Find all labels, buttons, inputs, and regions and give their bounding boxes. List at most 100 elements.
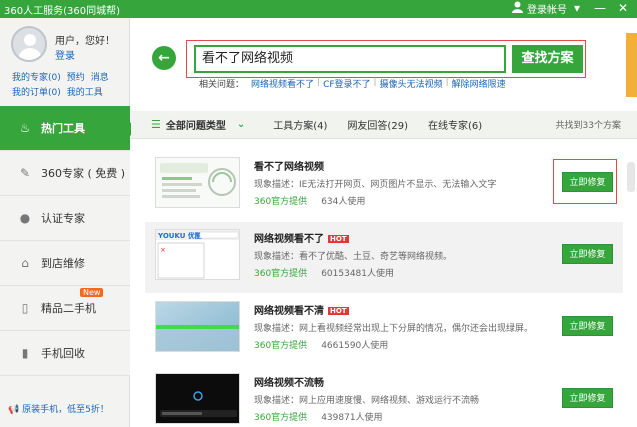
side-banner[interactable] — [626, 33, 637, 97]
sidebar-nav: ♨ 热门工具 ✎ 360专家 ( 免费 ) ● 认证专家 ⌂ 到店维修 ▯ 精品… — [0, 106, 137, 376]
chat-icon: ✎ — [19, 166, 31, 180]
related-link[interactable]: 网络视频看不了 — [251, 77, 314, 90]
new-badge: New — [80, 288, 104, 297]
window-title: 360人工服务(360同城帮) — [4, 6, 120, 17]
related-label: 相关问题： — [199, 80, 245, 90]
related-link[interactable]: 解除网络限速 — [452, 77, 506, 90]
provider-label: 360官方提供 — [254, 413, 308, 423]
chevron-down-icon: ⌄ — [236, 119, 246, 130]
provider-label: 360官方提供 — [254, 269, 308, 279]
messages-link[interactable]: 消息 — [91, 70, 109, 83]
hot-badge: HOT — [328, 235, 349, 243]
find-solution-button[interactable]: 查找方案 — [512, 45, 583, 73]
search-area: ← 看不了网络视频 查找方案 相关问题： 网络视频看不了 | CF登录不了 | … — [131, 18, 637, 110]
sidebar-item-label: 360专家 ( 免费 ) — [41, 167, 126, 180]
solution-thumbnail — [155, 373, 240, 424]
solution-title[interactable]: 网络视频看不了 HOT — [254, 230, 349, 245]
promo-label: 原装手机，低至5折！ — [22, 405, 109, 415]
question-type-dropdown[interactable]: ☰ 全部问题类型 ⌄ — [151, 117, 245, 132]
usage-count: 439871人使用 — [321, 413, 383, 423]
sidebar-item-used-phones[interactable]: ▯ 精品二手机 New — [0, 286, 130, 331]
my-tools-link[interactable]: 我的工具 — [67, 85, 103, 98]
login-account-label: 登录帐号 — [527, 5, 567, 16]
fix-now-button[interactable]: 立即修复 — [562, 316, 613, 336]
solution-meta: 360官方提供 4661590人使用 — [254, 338, 388, 351]
solution-description: 现象描述：网上看视频经常出现上下分屏的情况，偶尔还会出现绿屏。 — [254, 324, 534, 334]
sidebar-item-certified-expert[interactable]: ● 认证专家 — [0, 196, 130, 241]
tab-online-experts[interactable]: 在线专家(6) — [428, 117, 482, 132]
fix-now-button[interactable]: 立即修复 — [562, 244, 613, 264]
login-account-button[interactable]: 登录帐号 — [512, 1, 567, 16]
related-questions: 相关问题： 网络视频看不了 | CF登录不了 | 摄像头无法视频 | 解除网络限… — [199, 77, 506, 90]
list-item: 网络视频看不清 HOT 现象描述：网上看视频经常出现上下分屏的情况，偶尔还会出现绿… — [145, 294, 623, 365]
person-icon: ● — [19, 211, 31, 225]
sidebar-item-hot-tools[interactable]: ♨ 热门工具 — [0, 106, 137, 151]
solution-thumbnail — [155, 301, 240, 352]
list-item: YOUKU 优酷 × 网络视频看不了 HOT 现象描述：看不了优酷、土豆、奇艺等网… — [145, 222, 623, 293]
list-item: 看不了网络视频 现象描述：IE无法打开网页、网页图片不显示、无法输入文字 360… — [145, 150, 623, 221]
title-bar: 360人工服务(360同城帮) 登录帐号 ▾ — ✕ — [0, 0, 637, 18]
question-type-label: 全部问题类型 — [165, 121, 226, 132]
appointments-link[interactable]: 预约 — [67, 70, 85, 83]
solution-description: 现象描述：IE无法打开网页、网页图片不显示、无法输入文字 — [254, 180, 497, 190]
scrollbar[interactable] — [627, 162, 635, 192]
recycle-phone-icon: ▮ — [21, 346, 29, 360]
solution-meta: 360官方提供 634人使用 — [254, 194, 365, 207]
fire-icon: ♨ — [19, 121, 31, 135]
filter-bar: ☰ 全部问题类型 ⌄ 工具方案(4) 网友回答(29) 在线专家(6) 共找到3… — [131, 111, 637, 139]
hot-badge: HOT — [328, 307, 349, 315]
svg-text:×: × — [160, 246, 166, 254]
sidebar-item-360-expert[interactable]: ✎ 360专家 ( 免费 ) — [0, 151, 130, 196]
megaphone-icon: 📢 — [8, 405, 20, 415]
related-link[interactable]: 摄像头无法视频 — [380, 77, 443, 90]
usage-count: 634人使用 — [321, 197, 366, 207]
usage-count: 4661590人使用 — [321, 341, 389, 351]
solution-title[interactable]: 网络视频不流畅 — [254, 374, 324, 389]
tab-tool-solutions[interactable]: 工具方案(4) — [273, 117, 327, 132]
usage-count: 60153481人使用 — [321, 269, 394, 279]
solution-meta: 360官方提供 439871人使用 — [254, 410, 383, 423]
solution-title[interactable]: 网络视频看不清 HOT — [254, 302, 349, 317]
user-greeting: 用户，您好！ — [55, 36, 115, 47]
sidebar-item-label: 手机回收 — [41, 347, 85, 360]
result-count: 共找到33个方案 — [555, 121, 621, 131]
solution-description: 现象描述：看不了优酷、土豆、奇艺等网络视频。 — [254, 252, 453, 262]
solution-thumbnail — [155, 157, 240, 208]
sidebar-item-label: 到店维修 — [41, 257, 85, 270]
list-icon: ☰ — [151, 118, 161, 131]
youku-logo-text: YOUKU 优酷 — [157, 231, 202, 240]
solution-meta: 360官方提供 60153481人使用 — [254, 266, 394, 279]
solution-title[interactable]: 看不了网络视频 — [254, 158, 324, 173]
store-icon: ⌂ — [21, 256, 29, 270]
user-panel: 用户，您好！ 登录 我的专家(0) 预约 消息 我的订单(0) 我的工具 — [0, 18, 130, 106]
search-input[interactable]: 看不了网络视频 — [194, 45, 506, 73]
related-link[interactable]: CF登录不了 — [323, 77, 370, 90]
user-links-row-2: 我的订单(0) 我的工具 — [12, 85, 103, 98]
phone-icon: ▯ — [21, 301, 29, 315]
sidebar-item-label: 认证专家 — [41, 212, 85, 225]
user-icon — [512, 1, 523, 16]
back-button[interactable]: ← — [152, 46, 176, 70]
sidebar: 用户，您好！ 登录 我的专家(0) 预约 消息 我的订单(0) 我的工具 ♨ 热… — [0, 18, 137, 427]
solution-description: 现象描述：网上应用速度慢、网络视频、游戏运行不流畅 — [254, 396, 480, 406]
provider-label: 360官方提供 — [254, 341, 308, 351]
minimize-icon[interactable]: — — [591, 0, 609, 18]
arrow-left-icon: ← — [158, 50, 170, 66]
sidebar-item-store-repair[interactable]: ⌂ 到店维修 — [0, 241, 130, 286]
my-experts-link[interactable]: 我的专家(0) — [12, 70, 61, 83]
results-list: 看不了网络视频 现象描述：IE无法打开网页、网页图片不显示、无法输入文字 360… — [145, 150, 623, 427]
sidebar-item-phone-recycle[interactable]: ▮ 手机回收 — [0, 331, 130, 376]
list-item: 网络视频不流畅 现象描述：网上应用速度慢、网络视频、游戏运行不流畅 360官方提… — [145, 366, 623, 427]
user-links-row-1: 我的专家(0) 预约 消息 — [12, 70, 109, 83]
dropdown-menu-icon[interactable]: ▾ — [568, 0, 586, 18]
my-orders-link[interactable]: 我的订单(0) — [12, 85, 61, 98]
fix-now-button[interactable]: 立即修复 — [562, 172, 613, 192]
login-link[interactable]: 登录 — [55, 47, 75, 62]
sidebar-item-label: 热门工具 — [41, 122, 85, 135]
fix-now-button[interactable]: 立即修复 — [562, 388, 613, 408]
close-icon[interactable]: ✕ — [614, 0, 632, 18]
avatar[interactable] — [11, 26, 47, 62]
promo-link[interactable]: 📢 原装手机，低至5折！ — [8, 402, 109, 415]
tab-user-answers[interactable]: 网友回答(29) — [347, 117, 408, 132]
solution-thumbnail: YOUKU 优酷 × — [155, 229, 240, 280]
